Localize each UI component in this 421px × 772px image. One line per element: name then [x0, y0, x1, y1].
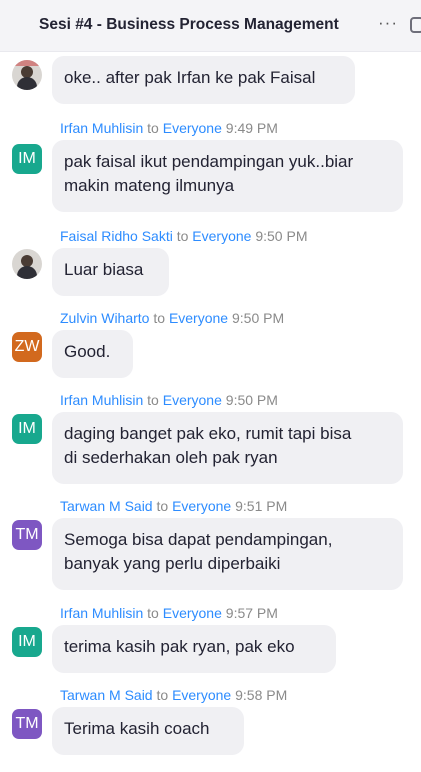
sender-name[interactable]: Irfan Muhlisin	[60, 392, 143, 408]
message-time: 9:51 PM	[235, 498, 288, 514]
sender-name[interactable]: Irfan Muhlisin	[60, 120, 143, 136]
message-sender-line: Irfan Muhlisin to Everyone 9:49 PM	[60, 120, 278, 136]
message-time: 9:58 PM	[235, 687, 288, 703]
message-bubble: terima kasih pak ryan, pak eko	[52, 625, 336, 673]
message-bubble: Terima kasih coach	[52, 707, 244, 755]
recipient-name[interactable]: Everyone	[169, 310, 228, 326]
avatar: IM	[12, 414, 42, 444]
to-label: to	[153, 310, 166, 326]
sender-name[interactable]: Faisal Ridho Sakti	[60, 228, 173, 244]
message-text: Good.	[64, 342, 111, 361]
message-text: oke.. after pak Irfan ke pak Faisal	[64, 68, 316, 87]
message-sender-line: Irfan Muhlisin to Everyone 9:57 PM	[60, 605, 278, 621]
recipient-name[interactable]: Everyone	[163, 120, 222, 136]
avatar: IM	[12, 144, 42, 174]
message-time: 9:50 PM	[255, 228, 308, 244]
avatar	[12, 249, 42, 279]
avatar	[12, 60, 42, 90]
message-text-line: banyak yang perlu diperbaiki	[64, 554, 281, 573]
message-text: terima kasih pak ryan, pak eko	[64, 637, 295, 656]
message-sender-line: Irfan Muhlisin to Everyone 9:50 PM	[60, 392, 278, 408]
avatar: ZW	[12, 332, 42, 362]
sender-name[interactable]: Tarwan M Said	[60, 687, 153, 703]
message-text-line: pak faisal ikut pendampingan yuk..biar	[64, 152, 354, 171]
popout-icon[interactable]	[410, 17, 421, 33]
recipient-name[interactable]: Everyone	[163, 605, 222, 621]
message-time: 9:57 PM	[225, 605, 278, 621]
recipient-name[interactable]: Everyone	[172, 498, 231, 514]
message-bubble: pak faisal ikut pendampingan yuk..biar m…	[52, 140, 403, 212]
recipient-name[interactable]: Everyone	[163, 392, 222, 408]
to-label: to	[176, 228, 189, 244]
more-options-icon[interactable]: ···	[378, 13, 398, 33]
message-sender-line: Tarwan M Said to Everyone 9:51 PM	[60, 498, 287, 514]
message-bubble: Good.	[52, 330, 133, 378]
message-time: 9:49 PM	[225, 120, 278, 136]
message-text: Luar biasa	[64, 260, 144, 279]
message-text-line: di sederhakan oleh pak ryan	[64, 448, 278, 467]
sender-name[interactable]: Zulvin Wiharto	[60, 310, 149, 326]
avatar: TM	[12, 709, 42, 739]
message-bubble: Semoga bisa dapat pendampingan, banyak y…	[52, 518, 403, 590]
to-label: to	[156, 687, 169, 703]
to-label: to	[147, 392, 159, 408]
message-bubble: Luar biasa	[52, 248, 169, 296]
to-label: to	[147, 120, 159, 136]
meeting-title: Sesi #4 - Business Process Management	[39, 16, 339, 33]
avatar: TM	[12, 520, 42, 550]
avatar: IM	[12, 627, 42, 657]
message-text-line: Semoga bisa dapat pendampingan,	[64, 530, 333, 549]
avatar-photo-body	[17, 77, 37, 90]
chat-message-list[interactable]: oke.. after pak Irfan ke pak Faisal Irfa…	[0, 52, 421, 772]
recipient-name[interactable]: Everyone	[172, 687, 231, 703]
message-bubble: daging banget pak eko, rumit tapi bisa d…	[52, 412, 403, 484]
message-text-line: makin mateng ilmunya	[64, 176, 235, 195]
message-sender-line: Zulvin Wiharto to Everyone 9:50 PM	[60, 310, 284, 326]
message-bubble: oke.. after pak Irfan ke pak Faisal	[52, 56, 355, 104]
sender-name[interactable]: Irfan Muhlisin	[60, 605, 143, 621]
to-label: to	[147, 605, 159, 621]
chat-header: Sesi #4 - Business Process Management ··…	[0, 0, 421, 52]
message-sender-line: Tarwan M Said to Everyone 9:58 PM	[60, 687, 287, 703]
message-sender-line: Faisal Ridho Sakti to Everyone 9:50 PM	[60, 228, 307, 244]
message-time: 9:50 PM	[231, 310, 285, 326]
message-text: Terima kasih coach	[64, 719, 210, 738]
message-time: 9:50 PM	[225, 392, 278, 408]
sender-name[interactable]: Tarwan M Said	[60, 498, 153, 514]
message-text-line: daging banget pak eko, rumit tapi bisa	[64, 424, 352, 443]
recipient-name[interactable]: Everyone	[192, 228, 251, 244]
to-label: to	[156, 498, 169, 514]
avatar-photo-body	[17, 266, 37, 279]
